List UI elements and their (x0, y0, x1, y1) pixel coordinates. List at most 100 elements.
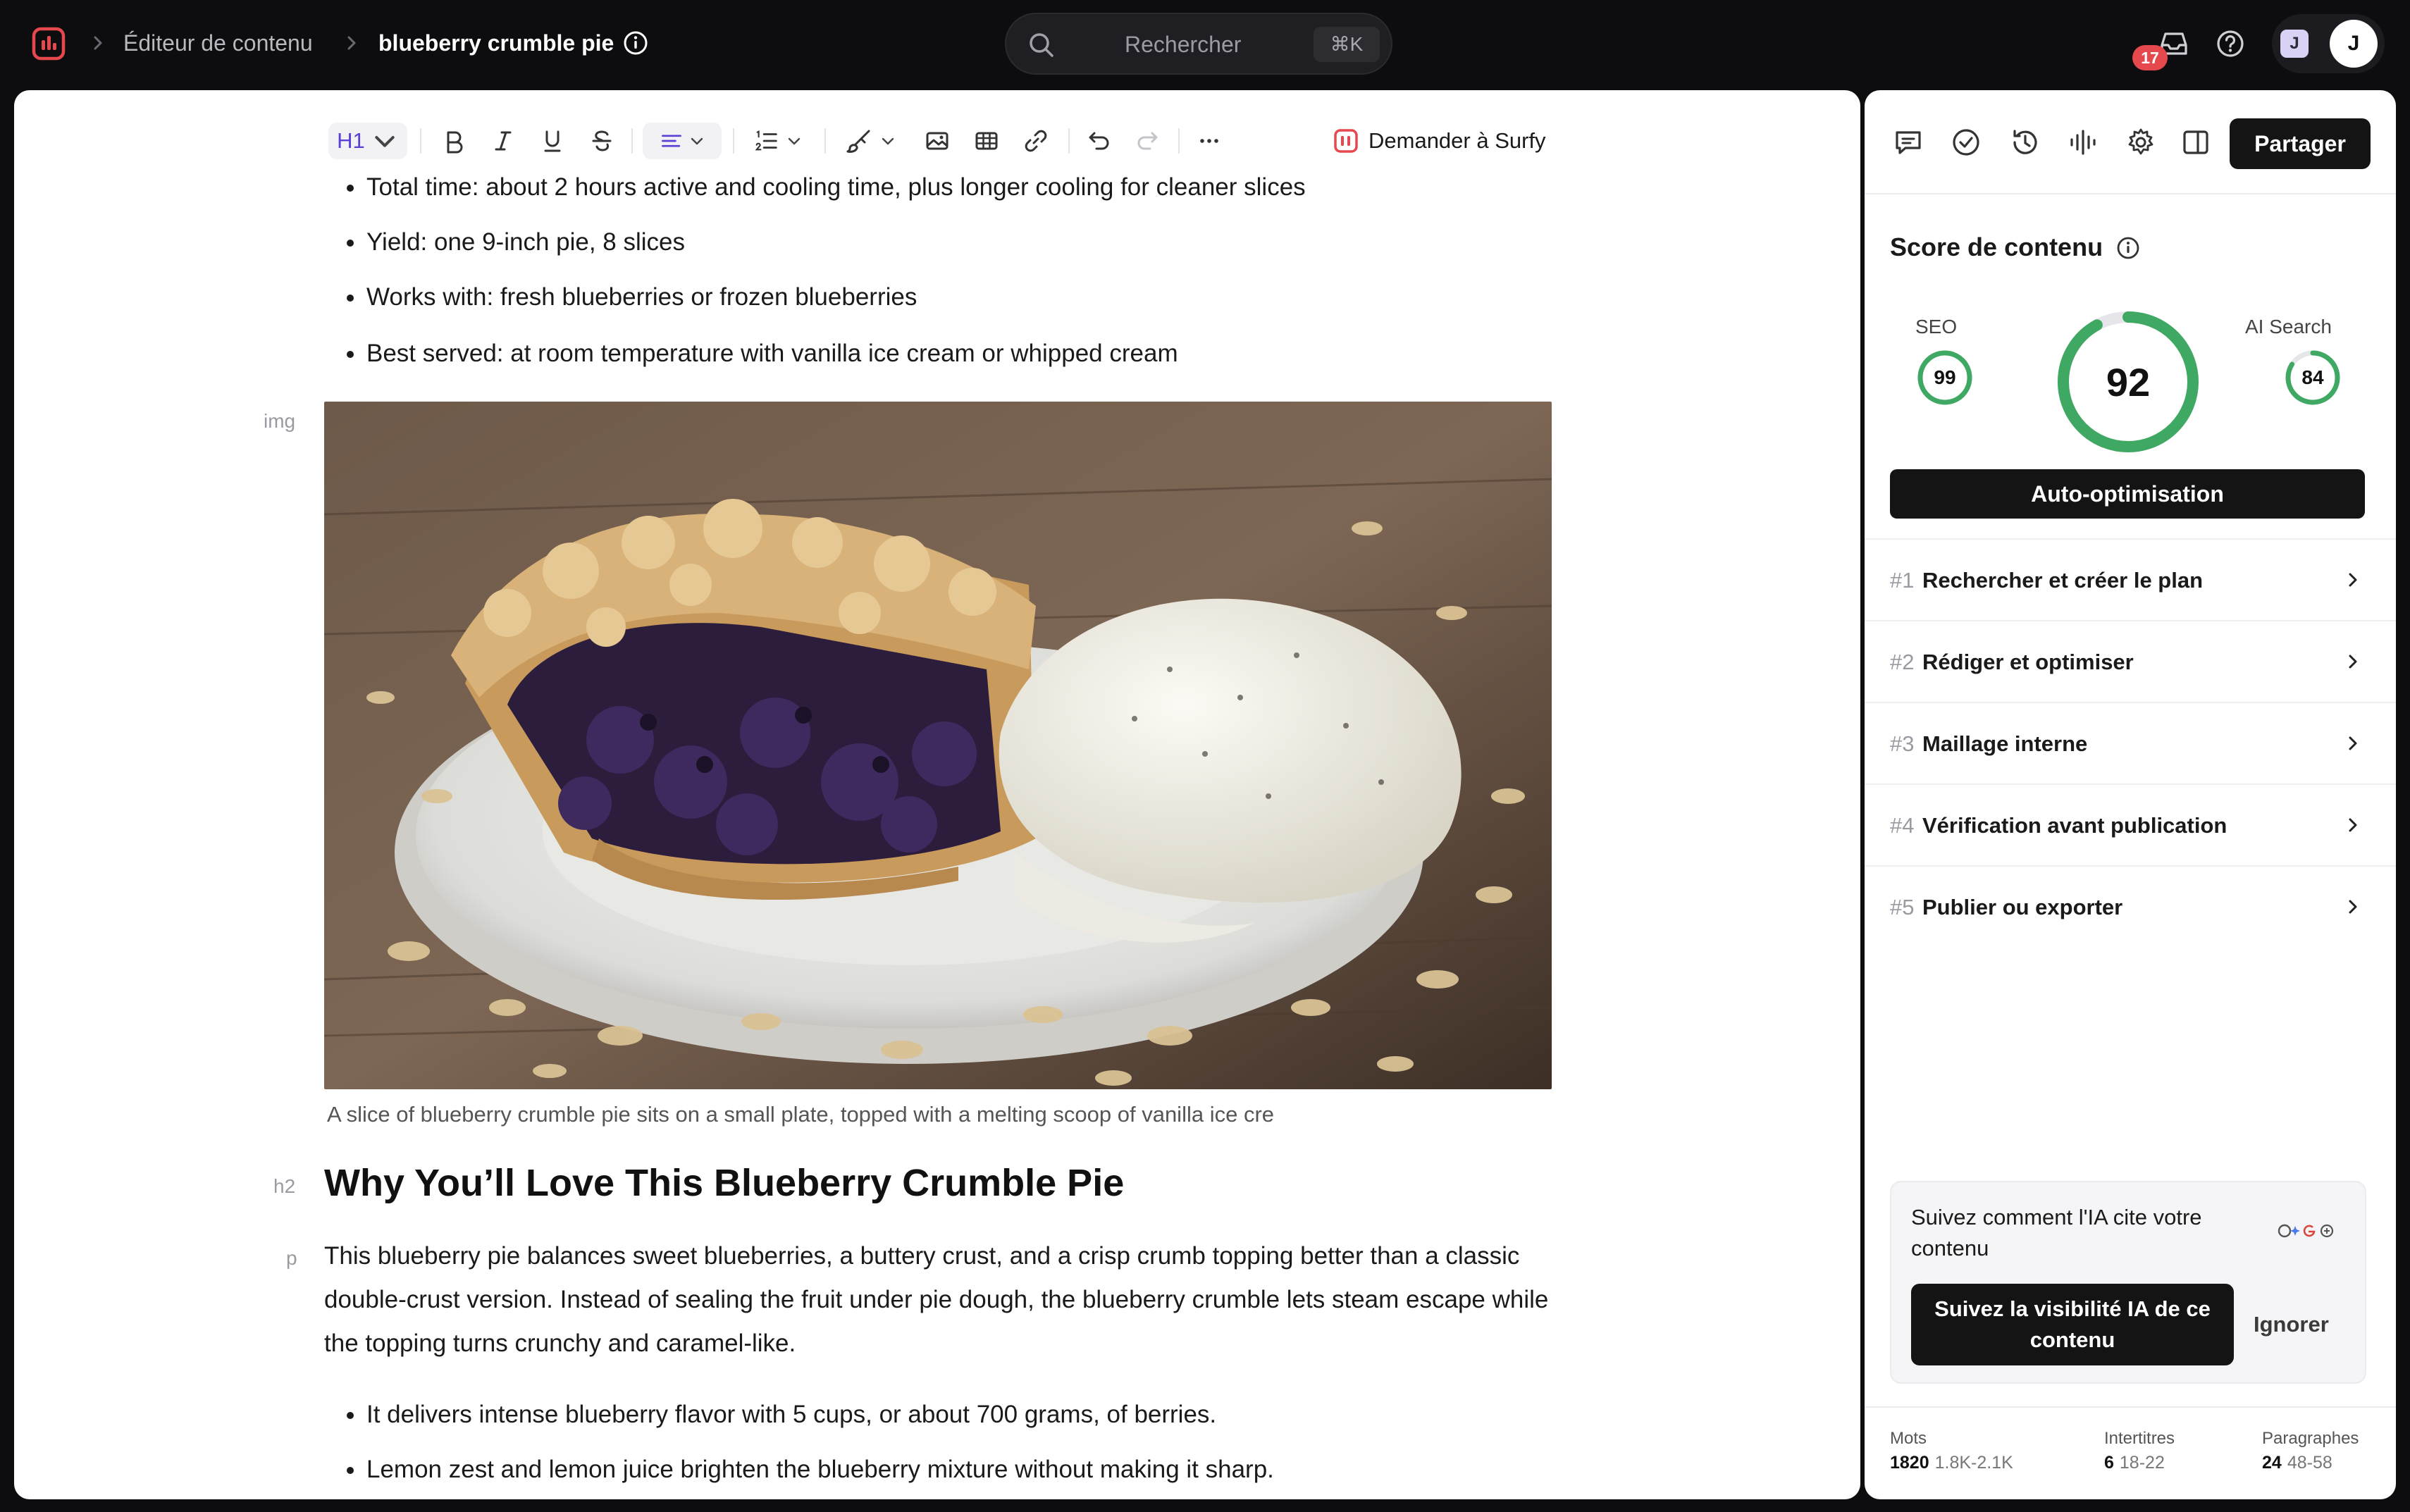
list-item[interactable]: Yield: one 9-inch pie, 8 slices (346, 225, 685, 259)
underline-icon (544, 130, 561, 152)
ai-engines-icon (2278, 1224, 2334, 1238)
ai-search-label: AI Search (2245, 316, 2332, 337)
top-bar: Éditeur de contenu blueberry crumble pie… (0, 0, 2410, 87)
link-icon (1025, 130, 1047, 152)
step-number: #3 (1890, 731, 1915, 756)
step-write-optimize[interactable]: #2 Rédiger et optimiser (1865, 620, 2396, 702)
step-number: #1 (1890, 568, 1915, 593)
chevron-right-icon (2349, 655, 2357, 669)
workspace-avatar[interactable]: J (2280, 30, 2309, 58)
list-item[interactable]: It delivers intense blueberry flavor wit… (346, 1398, 1216, 1432)
step-pre-publish-check[interactable]: #4 Vérification avant publication (1865, 783, 2396, 865)
step-label: Rechercher et créer le plan (1922, 568, 2204, 593)
surfy-logo-icon (1334, 129, 1358, 153)
stat-range: 18-22 (2119, 1453, 2165, 1473)
list-item[interactable]: Total time: about 2 hours active and coo… (347, 171, 1306, 204)
list-dropdown[interactable] (743, 123, 813, 159)
section-heading[interactable]: Why You’ll Love This Blueberry Crumble P… (324, 1160, 1124, 1206)
step-number: #5 (1890, 895, 1915, 919)
formatting-toolbar: H1 Demander à Surfy (317, 116, 1578, 166)
step-label: Vérification avant publication (1922, 813, 2227, 838)
stat-words: Mots 1820 1.8K-2.1K (1890, 1429, 2013, 1473)
list-item[interactable]: Lemon zest and lemon juice brighten the … (347, 1453, 1274, 1487)
step-number: #4 (1890, 813, 1915, 838)
ai-visibility-card: Suivez comment l'IA cite votre contenu S… (1890, 1181, 2366, 1384)
search-placeholder: Rechercher (1125, 32, 1242, 57)
search-bar[interactable]: Rechercher ⌘K (1005, 13, 1392, 75)
insert-table-button[interactable] (967, 123, 1006, 159)
stat-range: 48-58 (2287, 1453, 2332, 1473)
heading-level-label: H1 (337, 128, 365, 153)
help-icon[interactable] (2216, 29, 2245, 58)
heading-level-dropdown[interactable]: H1 (328, 123, 407, 159)
redo-icon (1137, 132, 1158, 150)
info-icon[interactable] (2115, 235, 2141, 261)
stat-value: 24 (2262, 1453, 2282, 1473)
block-type-label: h2 (273, 1175, 296, 1197)
strikethrough-icon (592, 130, 612, 151)
panel-toggle-icon[interactable] (2179, 125, 2213, 159)
ask-surfy-button[interactable]: Demander à Surfy (1333, 123, 1546, 159)
toolbar-divider (824, 128, 826, 154)
overall-score-value: 92 (2106, 359, 2151, 404)
app-logo-icon[interactable] (31, 26, 66, 61)
sidebar-toolbar: Partager (1865, 90, 2396, 194)
step-label: Publier ou exporter (1922, 895, 2123, 919)
more-options-button[interactable] (1189, 123, 1229, 159)
list-item[interactable]: Works with: fresh blueberries or frozen … (346, 280, 917, 314)
chevron-right-icon (2349, 900, 2357, 914)
stat-range: 1.8K-2.1K (1934, 1453, 2013, 1473)
recipe-image[interactable] (324, 402, 1552, 1089)
step-publish-export[interactable]: #5 Publier ou exporter (1865, 865, 2396, 947)
stat-value: 1820 (1890, 1453, 1929, 1473)
chevron-down-icon (788, 137, 801, 145)
ai-visibility-text: Suivez comment l'IA cite votre contenu (1911, 1205, 2202, 1260)
more-horizontal-icon (1200, 139, 1218, 143)
stat-paragraphs: Paragraphes 24 48-58 (2262, 1429, 2359, 1473)
audio-waveform-icon[interactable] (2066, 125, 2100, 159)
align-left-icon (662, 135, 681, 147)
comments-icon[interactable] (1891, 125, 1925, 159)
numbered-list-icon (755, 130, 777, 151)
redo-button[interactable] (1127, 123, 1167, 159)
auto-optimize-button[interactable]: Auto-optimisation (1890, 469, 2365, 519)
strikethrough-button[interactable] (582, 123, 622, 159)
share-button[interactable]: Partager (2230, 118, 2371, 169)
info-icon[interactable] (623, 30, 648, 56)
breadcrumb-current: blueberry crumble pie (378, 30, 614, 56)
account-switcher[interactable]: J J (2272, 14, 2385, 73)
ai-engine-icons (2276, 1220, 2335, 1241)
align-dropdown[interactable] (643, 123, 722, 159)
overall-score-gauge: 92 (2055, 309, 2201, 455)
underline-button[interactable] (533, 123, 572, 159)
seo-label: SEO (1915, 316, 1958, 337)
bold-button[interactable] (434, 123, 474, 159)
breadcrumb-section[interactable]: Éditeur de contenu (123, 28, 313, 58)
editor-panel: H1 Demander à Surfy Total time: about 2 … (14, 90, 1860, 1499)
track-ai-visibility-button[interactable]: Suivez la visibilité IA de ce contenu (1911, 1284, 2234, 1365)
list-item[interactable]: Best served: at room temperature with va… (347, 337, 1178, 371)
image-caption[interactable]: A slice of blueberry crumble pie sits on… (327, 1099, 1335, 1130)
step-research-outline[interactable]: #1 Rechercher et créer le plan (1865, 538, 2396, 620)
paragraph[interactable]: This blueberry pie balances sweet bluebe… (324, 1234, 1564, 1365)
italic-icon (495, 131, 512, 151)
stat-headings: Intertitres 6 18-22 (2104, 1429, 2175, 1473)
ignore-button[interactable]: Ignorer (2254, 1312, 2329, 1337)
insert-image-button[interactable] (917, 123, 957, 159)
ai-search-score-value: 84 (2301, 366, 2324, 388)
ai-search-score-gauge: 84 (2283, 348, 2342, 407)
history-icon[interactable] (2008, 125, 2042, 159)
highlight-dropdown[interactable] (836, 123, 906, 159)
settings-gear-icon[interactable] (2124, 125, 2158, 159)
insert-link-button[interactable] (1016, 123, 1056, 159)
step-internal-linking[interactable]: #3 Maillage interne (1865, 702, 2396, 783)
chevron-right-icon (341, 32, 362, 54)
undo-button[interactable] (1080, 123, 1119, 159)
seo-score-value: 99 (1934, 366, 1956, 388)
user-avatar[interactable]: J (2330, 20, 2378, 68)
chevron-right-icon (2349, 736, 2357, 750)
italic-button[interactable] (483, 123, 523, 159)
chevron-down-icon (882, 137, 894, 145)
check-circle-icon[interactable] (1949, 125, 1983, 159)
block-type-label: p (286, 1247, 297, 1269)
